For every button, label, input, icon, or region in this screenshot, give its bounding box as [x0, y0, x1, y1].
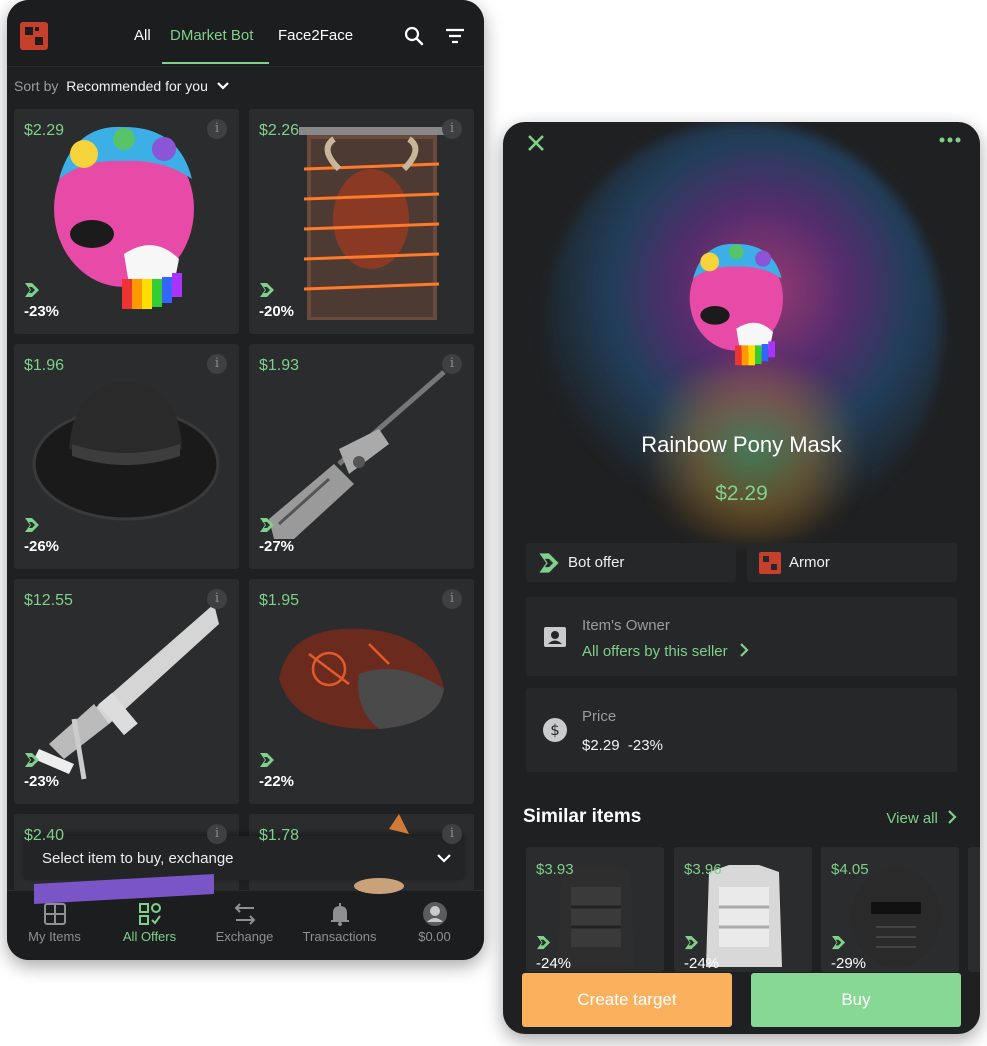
- dmarket-bot-icon: [536, 935, 551, 950]
- dmarket-bot-icon: [25, 283, 39, 297]
- info-icon[interactable]: i: [442, 354, 462, 374]
- svg-text:$: $: [550, 721, 560, 739]
- chip-label: Bot offer: [568, 554, 625, 571]
- chevron-down-icon[interactable]: [216, 81, 230, 91]
- price-label: Price: [582, 708, 617, 725]
- rainbow-pony-mask-image: [54, 126, 194, 309]
- item-card[interactable]: $1.93 i -27%: [249, 344, 474, 569]
- item-price: $12.55: [24, 592, 73, 609]
- item-card[interactable]: $1.96 i -26%: [14, 344, 239, 569]
- info-icon[interactable]: i: [442, 824, 462, 844]
- item-detail-screen: Rainbow Pony Mask $2.29 Bot offer Armor …: [503, 122, 980, 1034]
- sort-control[interactable]: Sort by Recommended for you: [14, 78, 230, 94]
- item-owner-panel: Item's Owner All offers by this seller: [526, 597, 957, 676]
- similar-item-card[interactable]: [968, 847, 980, 972]
- view-all-text: View all: [886, 810, 938, 827]
- item-card[interactable]: $2.29 i -23%: [14, 109, 239, 334]
- item-title: Rainbow Pony Mask: [641, 432, 842, 457]
- price-panel: $ Price $2.29 -23%: [526, 688, 957, 772]
- bolt-rifle-image: [269, 370, 446, 539]
- tab-all[interactable]: All: [134, 27, 151, 44]
- item-discount: -23%: [24, 303, 60, 320]
- buy-button[interactable]: Buy: [751, 973, 961, 1027]
- dmarket-bot-icon: [539, 553, 559, 573]
- all-offers-by-seller-link[interactable]: All offers by this seller: [582, 642, 750, 660]
- similar-item-discount: -29%: [831, 955, 867, 972]
- item-price: $1.96: [24, 357, 65, 374]
- demon-banner-door-image: [299, 127, 449, 320]
- category-chip[interactable]: Armor: [747, 543, 957, 582]
- dmarket-bot-icon: [831, 935, 846, 950]
- contact-card-icon: [544, 627, 566, 647]
- rust-logo-icon[interactable]: [20, 22, 48, 50]
- item-price: $2.40: [24, 827, 65, 844]
- bot-offer-chip: Bot offer: [526, 543, 736, 582]
- top-bar: All DMarket Bot Face2Face: [7, 0, 484, 67]
- item-price: $1.93: [259, 357, 300, 374]
- tab-dmarket-bot[interactable]: DMarket Bot: [170, 27, 253, 44]
- item-discount: -27%: [259, 538, 295, 555]
- info-icon[interactable]: i: [207, 354, 227, 374]
- item-discount: -23%: [24, 773, 60, 790]
- close-icon[interactable]: [525, 132, 547, 154]
- dmarket-bot-icon: [684, 935, 699, 950]
- item-discount: -20%: [259, 303, 295, 320]
- search-icon[interactable]: [402, 24, 426, 48]
- similar-item-discount: -24%: [536, 955, 572, 972]
- item-price: $1.78: [259, 827, 300, 844]
- sort-value[interactable]: Recommended for you: [66, 78, 208, 94]
- dmarket-bot-icon: [260, 283, 274, 297]
- item-card[interactable]: $1.78 i: [249, 814, 474, 960]
- item-card[interactable]: $1.95 i -22%: [249, 579, 474, 804]
- item-price: $2.29: [24, 122, 65, 139]
- info-icon[interactable]: i: [442, 119, 462, 139]
- filter-icon[interactable]: [443, 24, 467, 48]
- similar-item-price: $4.05: [831, 861, 869, 878]
- create-target-button[interactable]: Create target: [522, 973, 732, 1027]
- info-icon[interactable]: i: [207, 589, 227, 609]
- white-thompson-image: [34, 604, 219, 780]
- dollar-coin-icon: $: [543, 718, 567, 742]
- rune-sack-image: [279, 628, 444, 729]
- marketplace-screen: All DMarket Bot Face2Face Sort by Recomm…: [7, 0, 484, 960]
- item-discount: -26%: [24, 538, 60, 555]
- similar-items-heading: Similar items: [523, 806, 642, 827]
- price-value-row: $2.29 -23%: [582, 737, 663, 754]
- item-card[interactable]: $2.26 i -20%: [249, 109, 474, 334]
- similar-item-card[interactable]: $3.93 -24%: [526, 847, 664, 972]
- item-price: $2.26: [259, 122, 300, 139]
- dmarket-bot-icon: [260, 518, 274, 532]
- item-price: $1.95: [259, 592, 300, 609]
- chevron-right-icon: [740, 643, 749, 657]
- price-discount: -23%: [627, 737, 663, 754]
- owner-label: Item's Owner: [582, 617, 670, 634]
- item-discount: -22%: [259, 773, 295, 790]
- seller-link-text: All offers by this seller: [582, 643, 728, 660]
- tab-face2face[interactable]: Face2Face: [278, 27, 353, 44]
- dmarket-bot-icon: [25, 753, 39, 767]
- similar-item-price: $3.93: [536, 861, 574, 878]
- price-value: $2.29: [582, 737, 620, 754]
- dmarket-bot-icon: [260, 753, 274, 767]
- item-price: $2.29: [715, 482, 768, 505]
- item-card[interactable]: $2.40 i: [14, 814, 239, 960]
- chevron-right-icon: [948, 810, 957, 824]
- item-card[interactable]: $12.55 i -23%: [14, 579, 239, 804]
- similar-item-price: $3.96: [684, 861, 722, 878]
- similar-item-card[interactable]: $3.96 -24%: [674, 847, 812, 972]
- rust-logo-icon: [759, 552, 781, 574]
- more-options-icon[interactable]: [938, 134, 962, 146]
- chip-label: Armor: [789, 554, 830, 571]
- info-icon[interactable]: i: [207, 824, 227, 844]
- dmarket-bot-icon: [25, 518, 39, 532]
- rainbow-pony-mask-image: [689, 243, 783, 366]
- info-icon[interactable]: i: [207, 119, 227, 139]
- black-boonie-hat-image: [32, 382, 220, 521]
- similar-item-card[interactable]: $4.05 -29%: [821, 847, 959, 972]
- view-all-link[interactable]: View all: [886, 809, 958, 827]
- active-tab-indicator: [162, 62, 269, 64]
- sort-label: Sort by: [14, 78, 59, 94]
- info-icon[interactable]: i: [442, 589, 462, 609]
- similar-item-discount: -24%: [684, 955, 720, 972]
